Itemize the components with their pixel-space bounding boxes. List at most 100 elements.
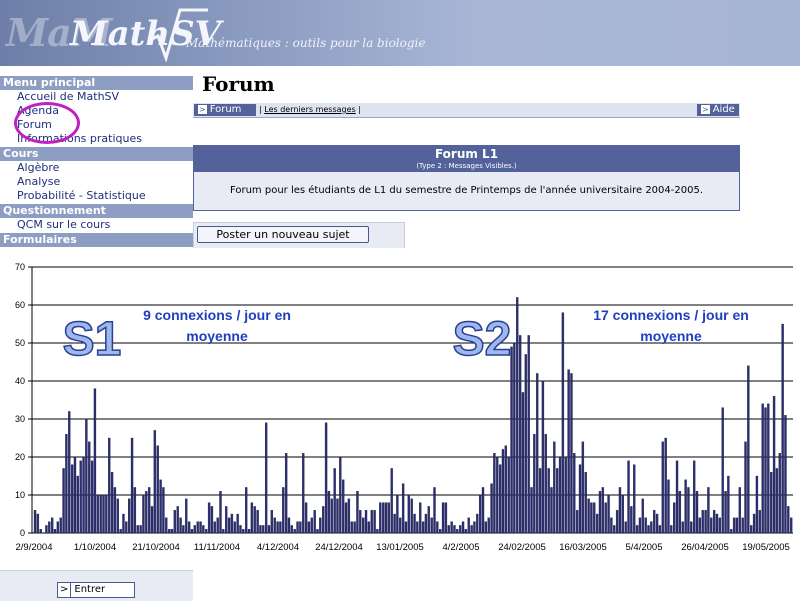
bar xyxy=(342,479,345,534)
bar xyxy=(578,464,582,534)
bar xyxy=(558,456,562,534)
bar xyxy=(230,513,234,534)
bar xyxy=(556,468,559,534)
bar xyxy=(122,513,125,534)
new-topic-button[interactable]: Poster un nouveau sujet xyxy=(197,226,369,243)
bar xyxy=(339,456,342,534)
bar xyxy=(276,521,279,534)
site-tagline: Mathématiques : outils pour la biologie xyxy=(186,36,426,50)
bar xyxy=(170,529,174,534)
bar xyxy=(741,517,744,534)
bar xyxy=(498,464,502,534)
bar xyxy=(675,460,679,534)
x-tick-label: 21/10/2004 xyxy=(132,542,180,553)
bar xyxy=(650,521,653,534)
bar xyxy=(147,487,151,534)
bar xyxy=(772,396,776,534)
x-tick-label: 19/05/2005 xyxy=(742,542,790,553)
y-tick-label: 20 xyxy=(15,452,25,462)
sidebar-item-home[interactable]: Accueil de MathSV xyxy=(0,90,193,104)
bar xyxy=(527,335,530,534)
bar xyxy=(353,521,356,534)
bar xyxy=(615,510,619,534)
bar xyxy=(476,513,479,534)
forum-box-title[interactable]: Forum L1 xyxy=(194,146,739,162)
bar xyxy=(319,517,322,534)
bar xyxy=(150,506,154,534)
y-tick-label: 30 xyxy=(15,414,25,424)
bar xyxy=(538,468,542,534)
bar xyxy=(327,491,331,534)
bar xyxy=(193,525,196,534)
bar xyxy=(727,475,730,534)
bar xyxy=(573,453,576,534)
annotation-line-1: 17 connexions / jour en xyxy=(593,307,749,323)
enter-button[interactable]: > Entrer xyxy=(57,582,135,598)
bar xyxy=(607,494,610,534)
post-area: Poster un nouveau sujet xyxy=(193,222,405,249)
bar xyxy=(290,525,293,534)
bar xyxy=(767,403,770,534)
bar xyxy=(284,453,288,534)
bar xyxy=(316,529,319,534)
bar xyxy=(128,498,131,534)
tab-help[interactable]: > Aide xyxy=(697,104,739,116)
tab-forum[interactable]: > Forum xyxy=(194,104,256,116)
bar xyxy=(487,517,490,534)
bar xyxy=(182,525,185,534)
bar xyxy=(444,502,448,534)
bar xyxy=(493,453,496,534)
bar xyxy=(664,437,667,534)
bar xyxy=(219,491,222,534)
bar xyxy=(359,510,362,534)
y-tick-label: 60 xyxy=(15,300,25,310)
bar xyxy=(153,430,157,534)
bar xyxy=(216,517,219,534)
bar xyxy=(207,502,211,534)
bar xyxy=(507,456,510,534)
bar xyxy=(76,475,80,534)
bar xyxy=(142,494,145,534)
bar xyxy=(692,460,696,534)
bar xyxy=(70,464,74,534)
bar xyxy=(376,529,379,534)
bar xyxy=(387,502,391,534)
bar xyxy=(93,388,97,534)
bar xyxy=(384,502,388,534)
x-tick-label: 24/02/2005 xyxy=(498,542,546,553)
bar xyxy=(521,392,525,534)
bar xyxy=(587,498,590,534)
menu-section-questions: Questionnement xyxy=(0,204,193,218)
bar xyxy=(547,468,550,534)
bar xyxy=(116,498,119,534)
bar xyxy=(513,342,516,534)
bar xyxy=(125,521,128,534)
bar xyxy=(416,521,419,534)
sidebar-item-algebra[interactable]: Algèbre xyxy=(0,161,193,175)
bar xyxy=(501,449,505,534)
sidebar-item-probability[interactable]: Probabilité - Statistique xyxy=(0,189,193,203)
sidebar-item-analysis[interactable]: Analyse xyxy=(0,175,193,189)
bar xyxy=(421,521,425,534)
bar xyxy=(119,529,122,534)
bar xyxy=(236,513,239,534)
bar xyxy=(62,468,65,534)
bar xyxy=(481,487,485,534)
bar xyxy=(242,529,245,534)
bar xyxy=(373,510,376,534)
bar xyxy=(390,468,393,534)
bar xyxy=(730,529,733,534)
menu-section-forms: Formulaires xyxy=(0,233,193,247)
annotation-line-2: moyenne xyxy=(640,328,702,344)
bar xyxy=(781,323,784,534)
bar xyxy=(427,506,430,534)
bar xyxy=(167,529,171,534)
sidebar-item-qcm[interactable]: QCM sur le cours xyxy=(0,218,193,232)
bar xyxy=(447,525,450,534)
latest-messages-link[interactable]: | Les derniers messages | xyxy=(259,105,361,114)
bar xyxy=(393,513,396,534)
bar xyxy=(381,502,385,534)
bar xyxy=(270,510,274,534)
bar xyxy=(367,521,371,534)
bar xyxy=(279,521,282,534)
